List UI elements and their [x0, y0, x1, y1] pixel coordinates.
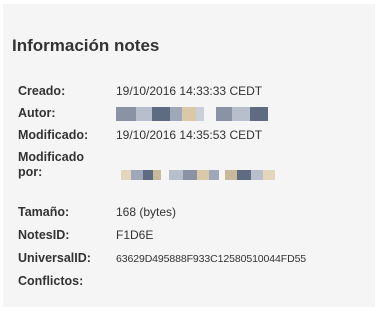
notes-info-panel: Información notes Creado: 19/10/2016 14:… [3, 4, 375, 307]
panel-title: Información notes [12, 36, 160, 55]
conflicts-label: Conflictos: [18, 274, 84, 288]
notes-id-value: F1D6E [116, 228, 154, 242]
modified-by-redacted-value [121, 170, 286, 180]
size-label: Tamaño: [18, 205, 70, 219]
universal-id-label: UniversalID: [18, 251, 91, 265]
created-label: Creado: [18, 84, 66, 98]
modified-label: Modificado: [18, 128, 89, 142]
author-redacted-value [116, 107, 268, 121]
universal-id-value: 63629D495888F933C12580510044FD55 [116, 253, 307, 265]
modified-by-label: Modificado por: [18, 150, 84, 179]
created-value: 19/10/2016 14:33:33 CEDT [116, 84, 263, 98]
author-label: Autor: [18, 106, 56, 120]
notes-id-label: NotesID: [18, 228, 70, 242]
modified-value: 19/10/2016 14:35:53 CEDT [116, 128, 263, 142]
size-value: 168 (bytes) [116, 205, 177, 219]
